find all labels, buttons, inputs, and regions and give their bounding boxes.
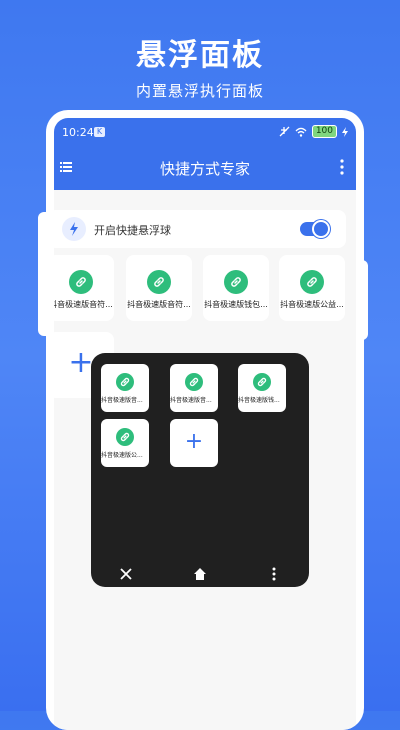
link-icon — [300, 270, 324, 294]
link-icon — [224, 270, 248, 294]
link-icon — [253, 373, 271, 391]
status-app-icon: K — [94, 127, 105, 137]
status-indicators: 100 — [279, 125, 348, 138]
link-icon — [69, 270, 93, 294]
panel-shortcut-label: 抖音极速版公... — [101, 452, 143, 459]
panel-add-button[interactable]: + — [170, 419, 218, 467]
shortcut-label: 抖音极速版公益... — [280, 300, 344, 309]
panel-shortcut-tile[interactable]: 抖音极速版音... — [170, 364, 218, 412]
app-title: 快捷方式专家 — [159, 160, 250, 178]
shortcut-label: 抖音极速版音符... — [127, 300, 191, 309]
panel-shortcut-tile[interactable]: 抖音极速版钱... — [238, 364, 286, 412]
panel-shortcut-label: 抖音极速版音... — [101, 397, 143, 404]
shortcut-tile[interactable]: 抖音极速版公益... — [279, 255, 345, 321]
promo-subtitle: 内置悬浮执行面板 — [135, 82, 264, 100]
add-icon: + — [184, 429, 204, 454]
wifi-icon — [295, 127, 307, 137]
more-vert-icon[interactable] — [265, 565, 283, 583]
panel-shortcut-label: 抖音极速版钱... — [238, 397, 280, 404]
link-icon — [116, 373, 134, 391]
home-icon[interactable] — [191, 565, 209, 583]
link-icon — [185, 373, 203, 391]
float-ball-label: 开启快捷悬浮球 — [94, 224, 171, 237]
more-vert-icon[interactable] — [340, 159, 344, 175]
shortcut-tile[interactable]: 抖音极速版钱包... — [203, 255, 269, 321]
shortcut-label: 抖音极速版音符... — [54, 300, 113, 309]
close-icon[interactable] — [117, 565, 135, 583]
battery-indicator: 100 — [311, 125, 337, 138]
toggle-knob — [312, 220, 330, 238]
float-ball-toggle[interactable] — [300, 220, 330, 238]
floating-panel: 抖音极速版音... 抖音极速版音... 抖音极速版钱... 抖音极速版公... … — [91, 353, 309, 587]
panel-shortcut-label: 抖音极速版音... — [170, 397, 212, 404]
status-time: 10:24 — [62, 126, 94, 139]
charging-icon — [342, 126, 348, 137]
link-icon — [147, 270, 171, 294]
float-ball-setting-card: 开启快捷悬浮球 — [54, 210, 346, 248]
shortcut-label: 抖音极速版钱包... — [204, 300, 268, 309]
shortcut-tile[interactable]: 抖音极速版音符... — [126, 255, 192, 321]
app-bar: 快捷方式专家 — [54, 146, 356, 190]
status-bar: 10:24 K 100 — [54, 118, 356, 146]
lightning-icon — [62, 217, 86, 241]
mute-icon — [279, 126, 290, 137]
panel-shortcut-tile[interactable]: 抖音极速版音... — [101, 364, 149, 412]
panel-shortcut-tile[interactable]: 抖音极速版公... — [101, 419, 149, 467]
link-icon — [116, 428, 134, 446]
shortcut-tile[interactable]: 抖音极速版音符... — [54, 255, 114, 321]
promo-title: 悬浮面板 — [136, 38, 264, 73]
